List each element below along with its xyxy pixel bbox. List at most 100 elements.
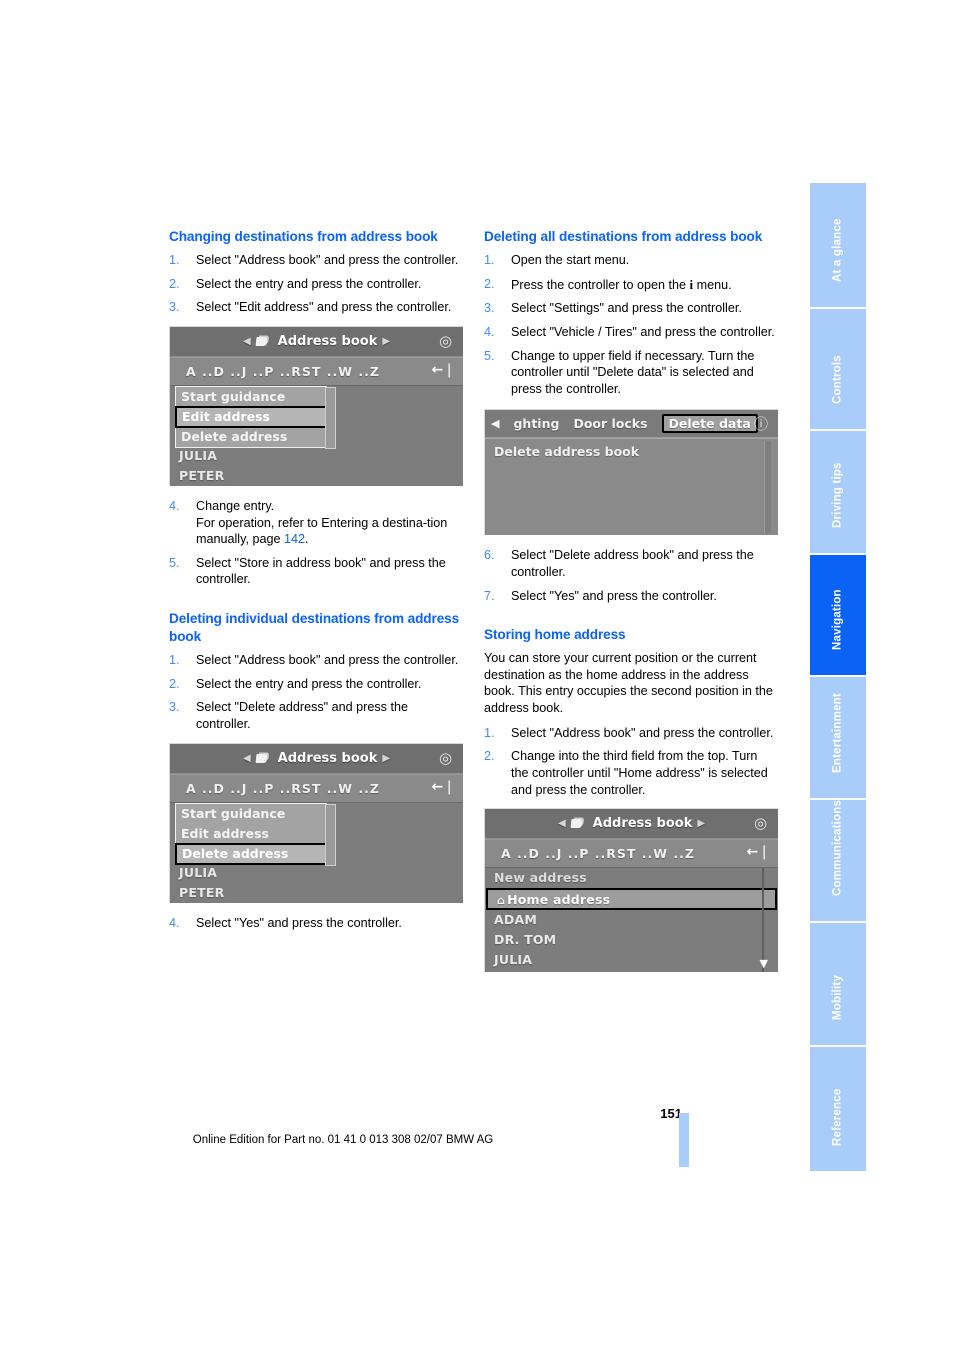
menu-item-start-guidance[interactable]: Start guidance	[176, 387, 326, 407]
tab-door-locks[interactable]: Door locks	[573, 416, 647, 431]
step-item: 4. Select "Yes" and press the controller…	[169, 915, 462, 932]
left-arrow-icon: ◀	[242, 752, 251, 764]
right-column: Deleting all destinations from address b…	[484, 228, 778, 984]
step-item: 6. Select "Delete address book" and pres…	[484, 547, 777, 580]
list-item[interactable]: PETER	[170, 466, 463, 486]
step-item: 4. Change entry. For operation, refer to…	[169, 498, 462, 548]
list-item-home-address[interactable]: ⌂ Home address	[486, 888, 777, 911]
list-item[interactable]: JULIA	[170, 863, 463, 883]
step-item: 1. Select "Address book" and press the c…	[169, 652, 462, 669]
step-number: 4.	[169, 498, 180, 513]
step-item: 5. Select "Store in address book" and pr…	[169, 555, 462, 588]
menu-item-start-guidance[interactable]: Start guidance	[176, 804, 326, 824]
step-text: Change entry.	[196, 498, 275, 513]
step-text: Select "Address book" and press the cont…	[196, 253, 459, 268]
tab-entertainment[interactable]: Entertainment	[810, 677, 866, 798]
heading-deleting-individual: Deleting individual destinations from ad…	[169, 610, 460, 645]
scroll-down-arrow-icon[interactable]: ▼	[760, 957, 768, 970]
back-icon[interactable]: ←❘	[432, 362, 455, 378]
menu-scrollbar[interactable]	[325, 386, 336, 449]
tab-lighting[interactable]: ghting	[513, 416, 559, 431]
tab-label: Controls	[831, 354, 844, 404]
step-item: 1. Select "Address book" and press the c…	[169, 252, 462, 269]
list-item-julia[interactable]: JULIA	[485, 950, 778, 970]
tab-reference[interactable]: Reference	[810, 1047, 866, 1171]
settings-list: Delete address book	[485, 438, 778, 536]
page-reference[interactable]: 142	[284, 532, 305, 546]
menu-item-edit-address[interactable]: Edit address	[176, 824, 326, 844]
step-number: 5.	[484, 348, 495, 363]
list-item-new-address[interactable]: New address	[485, 868, 778, 888]
step-text: Select "Yes" and press the controller.	[511, 588, 717, 603]
left-arrow-icon[interactable]: ◀	[491, 417, 499, 430]
menu-scrollbar[interactable]	[325, 803, 336, 866]
tab-delete-data[interactable]: Delete data	[661, 414, 758, 434]
steps-deleting-individual: 1. Select "Address book" and press the c…	[169, 652, 462, 732]
idrive-screenshot-home-address: ◀ Address book ▶ ◎ A ..D ..J ..P ..RST .…	[484, 808, 778, 973]
left-arrow-icon: ◀	[557, 818, 566, 830]
step-text: Select "Settings" and press the controll…	[511, 301, 742, 316]
tab-navigation[interactable]: Navigation	[810, 555, 866, 675]
back-icon[interactable]: ←❘	[432, 779, 455, 795]
tab-label: Reference	[831, 1088, 844, 1146]
tab-mobility[interactable]: Mobility	[810, 923, 866, 1045]
letter-index-bar[interactable]: A ..D ..J ..P ..RST ..W ..Z ←❘	[485, 839, 778, 869]
step-item: 7. Select "Yes" and press the controller…	[484, 588, 777, 605]
screen-title-bar: ◀ Address book ▶ ◎	[170, 743, 463, 774]
step-subtext: For operation, refer to Entering a desti…	[196, 515, 448, 547]
left-column: Changing destinations from address book …	[169, 228, 463, 938]
step-text: Select "Delete address" and press the co…	[196, 700, 408, 731]
heading-storing-home-address: Storing home address	[484, 627, 626, 643]
step-text: Change into the third field from the top…	[511, 749, 768, 797]
letter-index-bar[interactable]: A ..D ..J ..P ..RST ..W ..Z ←❘	[170, 356, 463, 386]
settings-tab-bar: ◀ ghting Door locks Delete data ⓘ	[485, 410, 778, 439]
address-list: Start guidance Edit address Delete addre…	[170, 385, 463, 486]
menu-item-delete-address[interactable]: Delete address	[175, 842, 327, 865]
letter-index-bar[interactable]: A ..D ..J ..P ..RST ..W ..Z ←❘	[170, 773, 463, 803]
steps-changing-destinations-cont: 4. Change entry. For operation, refer to…	[169, 498, 462, 588]
letter-index: A ..D ..J ..P ..RST ..W ..Z	[501, 846, 695, 862]
menu-item-edit-address[interactable]: Edit address	[175, 405, 327, 428]
home-icon: ⌂	[497, 894, 506, 908]
steps-deleting-all-cont: 6. Select "Delete address book" and pres…	[484, 547, 777, 604]
tab-at-a-glance[interactable]: At a glance	[810, 183, 866, 307]
screen-title: Address book	[277, 333, 378, 349]
step-item: 2. Select the entry and press the contro…	[169, 276, 462, 293]
step-item: 1. Select "Address book" and press the c…	[484, 725, 777, 742]
context-menu: Start guidance Edit address Delete addre…	[175, 385, 336, 449]
step-text: Select "Yes" and press the controller.	[196, 915, 402, 930]
step-text: Select "Edit address" and press the cont…	[196, 300, 452, 315]
list-item-label: Home address	[507, 892, 611, 908]
screen-title: Address book	[277, 750, 378, 766]
list-item[interactable]: PETER	[170, 883, 463, 903]
manual-page: At a glance Controls Driving tips Naviga…	[0, 0, 954, 1351]
tab-communications[interactable]: Communications	[810, 799, 866, 921]
address-book-icon	[256, 753, 273, 764]
step-text: Change to upper field if necessary. Turn…	[511, 348, 755, 396]
steps-changing-destinations: 1. Select "Address book" and press the c…	[169, 252, 462, 316]
step-subtext-end: .	[305, 532, 309, 547]
tab-controls[interactable]: Controls	[810, 309, 866, 429]
step-item: 3. Select "Delete address" and press the…	[169, 699, 462, 732]
list-item[interactable]: JULIA	[170, 446, 463, 466]
tab-label: At a glance	[831, 217, 844, 282]
menu-item-delete-address[interactable]: Delete address	[176, 427, 326, 447]
image-credit	[768, 906, 777, 966]
step-number: 7.	[484, 588, 495, 603]
image-credit	[453, 837, 462, 897]
right-arrow-icon: ▶	[697, 818, 706, 830]
list-item-dr-tom[interactable]: DR. TOM	[485, 930, 778, 950]
step-text: Select "Address book" and press the cont…	[196, 653, 459, 668]
list-item-adam[interactable]: ADAM	[485, 910, 778, 930]
compass-icon: ◎	[753, 814, 768, 833]
list-item-delete-address-book[interactable]: Delete address book	[485, 439, 778, 459]
tab-label: Navigation	[831, 588, 844, 650]
step-text: Select "Vehicle / Tires" and press the c…	[511, 324, 775, 339]
step-number: 4.	[484, 324, 495, 339]
step-text: Select the entry and press the controlle…	[196, 276, 422, 291]
back-icon[interactable]: ←❘	[747, 844, 770, 860]
heading-deleting-all: Deleting all destinations from address b…	[484, 229, 763, 244]
tab-driving-tips[interactable]: Driving tips	[810, 431, 866, 553]
letter-index: A ..D ..J ..P ..RST ..W ..Z	[186, 363, 380, 379]
tab-label: Driving tips	[831, 461, 844, 528]
